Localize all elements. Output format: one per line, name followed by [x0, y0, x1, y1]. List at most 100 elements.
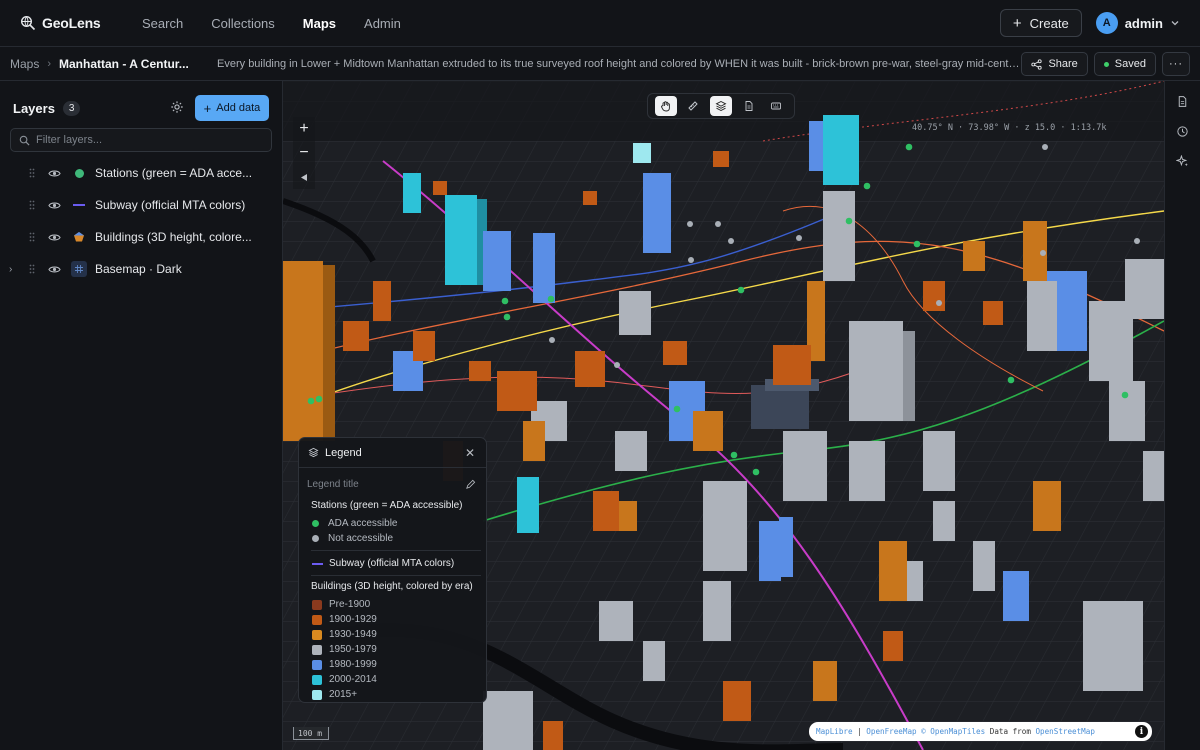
legend-divider	[311, 550, 481, 551]
edit-pencil-icon[interactable]	[465, 478, 476, 493]
app-name: GeoLens	[42, 15, 101, 31]
drag-handle-icon[interactable]	[29, 198, 37, 213]
document-icon[interactable]	[1176, 95, 1189, 111]
right-tool-rail	[1164, 81, 1200, 750]
keyboard-icon	[771, 102, 782, 110]
visibility-eye-icon[interactable]	[48, 262, 61, 277]
map-description: Every building in Lower + Midtown Manhat…	[217, 57, 1023, 70]
layer-row-subway[interactable]: Subway (official MTA colors)	[0, 189, 283, 221]
chevron-down-icon	[1171, 21, 1179, 26]
nav-maps[interactable]: Maps	[289, 0, 350, 47]
legend-header: Legend	[325, 446, 362, 459]
legend-divider	[311, 575, 481, 576]
more-options-button[interactable]: ···	[1162, 52, 1190, 76]
legend-item: 1980-1999	[311, 657, 481, 672]
legend-section-buildings: Buildings (3D height, colored by era)	[311, 581, 473, 592]
compass-button[interactable]	[293, 165, 315, 189]
layers-count-badge: 3	[62, 100, 81, 116]
visibility-eye-icon[interactable]	[48, 230, 61, 245]
layer-row-basemap[interactable]: › Basemap · Dark	[0, 253, 283, 285]
saved-indicator-dot	[1103, 61, 1109, 67]
ruler-icon	[688, 101, 699, 111]
legend-item: Pre-1900	[311, 597, 481, 612]
drag-handle-icon[interactable]	[29, 262, 37, 277]
nav-search[interactable]: Search	[128, 0, 197, 47]
attribution-text: Data from	[985, 727, 1036, 736]
notes-tool-button[interactable]	[738, 96, 760, 116]
add-data-label: Add data	[216, 102, 261, 114]
saved-label: Saved	[1114, 58, 1146, 70]
scale-bar: 100 m	[293, 727, 329, 740]
create-label: Create	[1029, 15, 1069, 31]
share-icon	[1031, 58, 1043, 70]
share-label: Share	[1048, 58, 1078, 70]
zoom-out-button[interactable]: −	[293, 141, 315, 165]
layer-row-buildings[interactable]: Buildings (3D height, colore...	[0, 221, 283, 253]
history-icon[interactable]	[1176, 125, 1189, 141]
openstreetmap-link[interactable]: OpenStreetMap	[1035, 727, 1094, 736]
add-data-button[interactable]: + Add data	[195, 95, 269, 121]
breadcrumb-maps-link[interactable]: Maps	[0, 57, 39, 71]
nav-collections[interactable]: Collections	[197, 0, 289, 47]
legend-item: 1950-1979	[311, 642, 481, 657]
app-logo[interactable]: GeoLens	[0, 15, 128, 31]
legend-section-stations: Stations (green = ADA accessible)	[311, 500, 463, 511]
openfreemap-link[interactable]: OpenFreeMap © OpenMapTiles	[866, 727, 985, 736]
zoom-in-button[interactable]: +	[293, 117, 315, 141]
user-menu[interactable]: A admin	[1095, 12, 1180, 34]
map-attribution: MapLibre | OpenFreeMap © OpenMapTiles Da…	[809, 722, 1152, 741]
chevron-right-icon[interactable]: ›	[9, 264, 17, 275]
sparkle-icon[interactable]	[1175, 154, 1189, 171]
plus-icon: +	[203, 100, 212, 116]
layers-tool-button[interactable]	[709, 96, 732, 116]
filter-layers-field[interactable]	[10, 128, 272, 152]
basemap-grid-icon	[71, 261, 87, 277]
create-button[interactable]: + Create	[999, 9, 1082, 37]
measure-tool-button[interactable]	[682, 96, 704, 116]
layer-name: Basemap · Dark	[95, 262, 182, 276]
layer-list: Stations (green = ADA acce... Subway (of…	[0, 157, 283, 285]
drag-handle-icon[interactable]	[29, 166, 37, 181]
legend-item-subway: Subway (official MTA colors)	[311, 556, 481, 571]
polygon-symbol-icon	[71, 229, 87, 245]
share-button[interactable]: Share	[1021, 52, 1088, 76]
visibility-eye-icon[interactable]	[48, 198, 61, 213]
saved-status-button[interactable]: Saved	[1093, 52, 1156, 76]
hand-icon	[660, 101, 670, 112]
pan-tool-button[interactable]	[654, 96, 677, 116]
username: admin	[1124, 15, 1163, 31]
map-canvas[interactable]: + − 40.75° N · 73.98° W · z 15.0 · 1:13.…	[283, 81, 1164, 750]
point-symbol-icon	[71, 165, 87, 181]
legend-swatch	[312, 614, 322, 625]
legend-item: 2015+	[311, 687, 481, 702]
plus-icon: +	[1012, 14, 1022, 32]
layers-icon	[715, 100, 727, 112]
drag-handle-icon[interactable]	[29, 230, 37, 245]
caption-tool-button[interactable]	[765, 96, 787, 116]
layer-name: Subway (official MTA colors)	[95, 198, 246, 212]
top-navigation-bar: GeoLens Search Collections Maps Admin + …	[0, 0, 1200, 47]
legend-title-placeholder[interactable]: Legend title	[307, 479, 359, 490]
nav-admin[interactable]: Admin	[350, 0, 415, 47]
more-horizontal-icon: ···	[1169, 58, 1183, 70]
layer-row-stations[interactable]: Stations (green = ADA acce...	[0, 157, 283, 189]
info-icon[interactable]: i	[1135, 725, 1148, 738]
legend-swatch	[312, 674, 322, 685]
map-title[interactable]: Manhattan - A Centur...	[59, 57, 189, 71]
attribution-separator: |	[852, 727, 867, 736]
legend-swatch	[312, 535, 319, 542]
visibility-eye-icon[interactable]	[48, 166, 61, 181]
legend-swatch	[312, 599, 322, 610]
legend-swatch	[312, 644, 322, 655]
layer-settings-button[interactable]	[170, 100, 184, 117]
zoom-controls: + −	[293, 117, 315, 189]
document-icon	[745, 101, 753, 111]
maplibre-link[interactable]: MapLibre	[816, 727, 853, 736]
filter-layers-input[interactable]	[36, 134, 266, 146]
close-icon[interactable]: ✕	[465, 446, 475, 460]
gear-icon	[171, 101, 183, 113]
chevron-right-icon: ›	[47, 57, 52, 70]
coordinate-readout: 40.75° N · 73.98° W · z 15.0 · 1:13.7k	[912, 123, 1107, 133]
legend-panel: Legend ✕ Legend title Stations (green = …	[298, 437, 487, 703]
breadcrumb: Maps › Manhattan - A Centur... Every bui…	[0, 47, 1200, 81]
